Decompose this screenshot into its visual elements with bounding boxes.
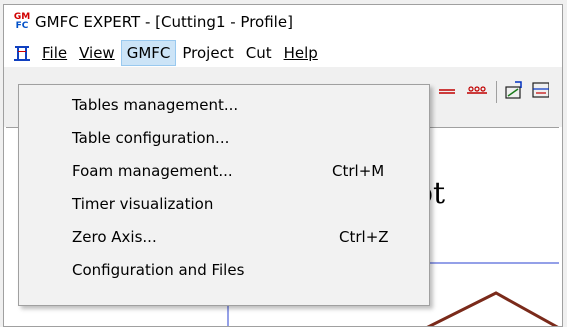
logo-bottom-text: FC bbox=[15, 21, 29, 31]
menu-item-label: Foam management... bbox=[72, 162, 233, 180]
menu-item-configuration-and-files[interactable]: Configuration and Files bbox=[19, 254, 429, 287]
menu-cut[interactable]: Cut bbox=[240, 40, 278, 66]
app-window: GM FC GMFC EXPERT - [Cutting1 - Profile]… bbox=[3, 4, 563, 327]
menu-item-foam-management[interactable]: Foam management... Ctrl+M bbox=[19, 155, 429, 188]
toolbar-separator bbox=[496, 81, 497, 103]
menu-view[interactable]: View bbox=[73, 40, 121, 66]
toolbar-tool-icon-4[interactable] bbox=[531, 79, 550, 105]
menu-item-shortcut: Ctrl+Z bbox=[339, 228, 389, 246]
menu-file-label: File bbox=[42, 44, 68, 62]
menu-item-tables-management[interactable]: Tables management... bbox=[19, 89, 429, 122]
window-title: GMFC EXPERT - [Cutting1 - Profile] bbox=[35, 13, 293, 31]
menu-item-label: Configuration and Files bbox=[72, 261, 245, 279]
system-menu-icon[interactable] bbox=[12, 43, 32, 63]
menu-gmfc[interactable]: GMFC bbox=[120, 40, 177, 66]
menu-cut-label: Cut bbox=[245, 44, 272, 62]
title-bar: GM FC GMFC EXPERT - [Cutting1 - Profile] bbox=[4, 5, 562, 39]
menu-item-table-configuration[interactable]: Table configuration... bbox=[19, 122, 429, 155]
gmfc-dropdown-menu: Tables management... Table configuration… bbox=[18, 84, 430, 306]
menu-item-timer-visualization[interactable]: Timer visualization bbox=[19, 188, 429, 221]
menu-help-label: Help bbox=[283, 44, 318, 62]
menu-file[interactable]: File bbox=[36, 40, 73, 66]
menu-item-label: Tables management... bbox=[72, 96, 239, 114]
toolbar-tool-icon-3[interactable] bbox=[503, 79, 525, 105]
menu-help[interactable]: Help bbox=[278, 40, 324, 66]
menu-item-shortcut: Ctrl+M bbox=[332, 162, 385, 180]
app-logo-icon: GM FC bbox=[12, 12, 32, 32]
menu-item-label: Table configuration... bbox=[72, 129, 230, 147]
menu-gmfc-label: GMFC bbox=[126, 44, 171, 62]
menu-item-label: Zero Axis... bbox=[72, 228, 157, 246]
menu-item-zero-axis[interactable]: Zero Axis... Ctrl+Z bbox=[19, 221, 429, 254]
menu-project[interactable]: Project bbox=[176, 40, 239, 66]
menu-view-label: View bbox=[79, 44, 115, 62]
menu-item-label: Timer visualization bbox=[72, 195, 214, 213]
menu-bar: File View GMFC Project Cut Help bbox=[4, 39, 562, 67]
toolbar-tool-icon-2[interactable] bbox=[464, 79, 490, 105]
toolbar-tool-icon-1[interactable] bbox=[436, 79, 458, 105]
menu-project-label: Project bbox=[182, 44, 234, 62]
